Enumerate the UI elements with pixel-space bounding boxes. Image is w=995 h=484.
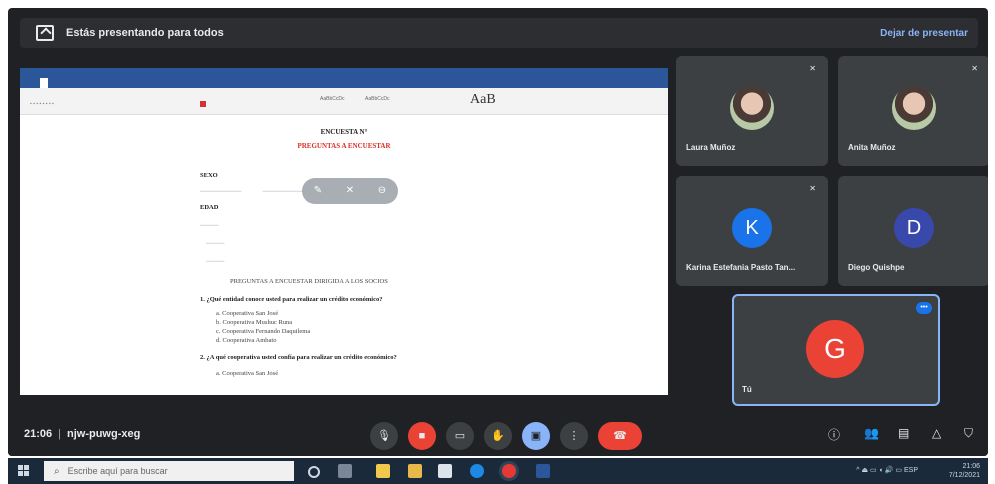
mic-off-icon: ✕	[809, 64, 816, 73]
mute-icon[interactable]: ✕	[344, 185, 356, 197]
q1-option: b. Cooperativa Mushuc Runa	[216, 319, 293, 326]
avatar	[892, 86, 936, 130]
system-tray[interactable]: ^ ⏏ ▭ ◖ 🔊 ▭ ESP	[856, 466, 918, 474]
info-icon[interactable]: ⓘ	[828, 426, 840, 443]
avatar	[730, 86, 774, 130]
clock[interactable]: 21:06 7/12/2021	[949, 462, 980, 480]
word-title-bar	[20, 68, 668, 78]
participant-name: Laura Muñoz	[686, 143, 736, 152]
meeting-info: 21:06 | njw-puwg-xeg	[24, 428, 141, 440]
doc-subheading: PREGUNTAS A ENCUESTAR	[297, 142, 391, 150]
ribbon-style-a: AaBbCcDc	[320, 96, 345, 102]
cortana-icon[interactable]	[308, 466, 320, 478]
participant-tile[interactable]: D Diego Quishpe	[838, 176, 988, 286]
field-sexo-options: ───────── ─────────	[200, 188, 305, 195]
participant-name: Diego Quishpe	[848, 263, 905, 272]
participant-name: Anita Muñoz	[848, 143, 896, 152]
self-tile[interactable]: ••• G Tú	[732, 294, 940, 406]
people-icon[interactable]: 👥	[864, 426, 879, 440]
store-icon[interactable]	[408, 464, 422, 478]
chat-icon[interactable]: ▤	[898, 426, 909, 440]
present-screen-icon	[36, 25, 54, 41]
presenting-text: Estás presentando para todos	[66, 27, 224, 39]
present-button[interactable]: ▣	[522, 422, 550, 450]
captions-button[interactable]: ▭	[446, 422, 474, 450]
clock-time: 21:06	[962, 463, 980, 470]
participant-tile[interactable]: ✕ Anita Muñoz	[838, 56, 988, 166]
search-placeholder: Escribe aquí para buscar	[67, 466, 168, 476]
self-name: Tú	[742, 385, 752, 394]
word-menu-bar	[20, 78, 668, 88]
lang-indicator: ESP	[903, 467, 918, 474]
shared-screen: ▪ ▪ ▪ ▪ ▪ ▪ ▪ ▪ AaBbCcDc AaBbCcDc AaB EN…	[20, 68, 668, 395]
presenting-banner: Estás presentando para todos Dejar de pr…	[20, 18, 978, 48]
activities-icon[interactable]: △	[932, 426, 941, 440]
stop-presenting-button[interactable]: Dejar de presentar	[880, 28, 968, 39]
file-explorer-icon[interactable]	[376, 464, 390, 478]
field-sexo: SEXO	[200, 172, 218, 179]
meeting-controls-bar: 21:06 | njw-puwg-xeg 🎙 ■ ▭ ✋ ▣ ⋮ ☎ ⓘ 👥 ▤ △…	[8, 414, 988, 456]
mail-icon[interactable]	[438, 464, 452, 478]
doc-section-title: PREGUNTAS A ENCUESTAR DIRIGIDA A LOS SOC…	[230, 278, 388, 285]
participant-name: Karina Estefania Pasto Tan...	[686, 263, 796, 272]
windows-start-icon[interactable]	[18, 465, 30, 477]
edge-icon[interactable]	[470, 464, 484, 478]
field-edad: EDAD	[200, 204, 219, 211]
avatar: G	[806, 320, 864, 378]
windows-taskbar: ⌕ Escribe aquí para buscar ^ ⏏ ▭ ◖ 🔊 ▭ E…	[8, 458, 988, 484]
q1-option: d. Cooperativa Ambato	[216, 337, 277, 344]
word-icon[interactable]	[536, 464, 550, 478]
mic-off-icon: ✕	[971, 64, 978, 73]
clock-date: 7/12/2021	[948, 472, 980, 479]
document-page: ENCUESTA N° PREGUNTAS A ENCUESTAR SEXO ─…	[20, 114, 668, 395]
ribbon-tools: ▪ ▪ ▪ ▪ ▪ ▪ ▪ ▪	[30, 101, 54, 107]
raise-hand-button[interactable]: ✋	[484, 422, 512, 450]
ribbon-style-b: AaBbCcDc	[365, 96, 390, 102]
task-view-icon[interactable]	[338, 464, 352, 478]
chrome-icon[interactable]	[502, 464, 516, 478]
avatar: K	[732, 208, 772, 248]
avatar: D	[894, 208, 934, 248]
pin-icon[interactable]: ✎	[312, 185, 324, 197]
participant-tile[interactable]: ✕ K Karina Estefania Pasto Tan...	[676, 176, 828, 286]
q1-option: a. Cooperativa San José	[216, 310, 279, 317]
search-icon: ⌕	[54, 465, 60, 477]
q1-option: c. Cooperativa Fernando Daquilema	[216, 328, 311, 335]
tile-hover-controls[interactable]: ✎ ✕ ⊖	[302, 178, 398, 204]
taskbar-search[interactable]: ⌕ Escribe aquí para buscar	[44, 461, 294, 481]
more-options-button[interactable]: ⋮	[560, 422, 588, 450]
end-call-button[interactable]: ☎	[598, 422, 642, 450]
participant-tile[interactable]: ✕ Laura Muñoz	[676, 56, 828, 166]
word-ribbon: ▪ ▪ ▪ ▪ ▪ ▪ ▪ ▪ AaBbCcDc AaBbCcDc AaB	[20, 88, 668, 115]
meeting-code: njw-puwg-xeg	[67, 428, 141, 440]
remove-icon[interactable]: ⊖	[376, 185, 388, 197]
camera-off-button[interactable]: ■	[408, 422, 436, 450]
more-options-icon[interactable]: •••	[916, 302, 932, 314]
meet-window: Estás presentando para todos Dejar de pr…	[8, 8, 988, 456]
ribbon-style-title: AaB	[470, 92, 496, 107]
q2-option: a. Cooperativa San José	[216, 370, 279, 377]
doc-heading: ENCUESTA N°	[320, 128, 368, 136]
meeting-time: 21:06	[24, 428, 53, 440]
font-color-icon	[200, 101, 206, 107]
doc-question-2: 2. ¿A qué cooperativa usted confía para …	[200, 354, 397, 361]
host-controls-icon[interactable]: ⛉	[964, 426, 973, 441]
mic-button[interactable]: 🎙	[370, 422, 398, 450]
mic-off-icon: ✕	[809, 184, 816, 193]
doc-question-1: 1. ¿Qué entidad conoce usted para realiz…	[200, 296, 383, 303]
